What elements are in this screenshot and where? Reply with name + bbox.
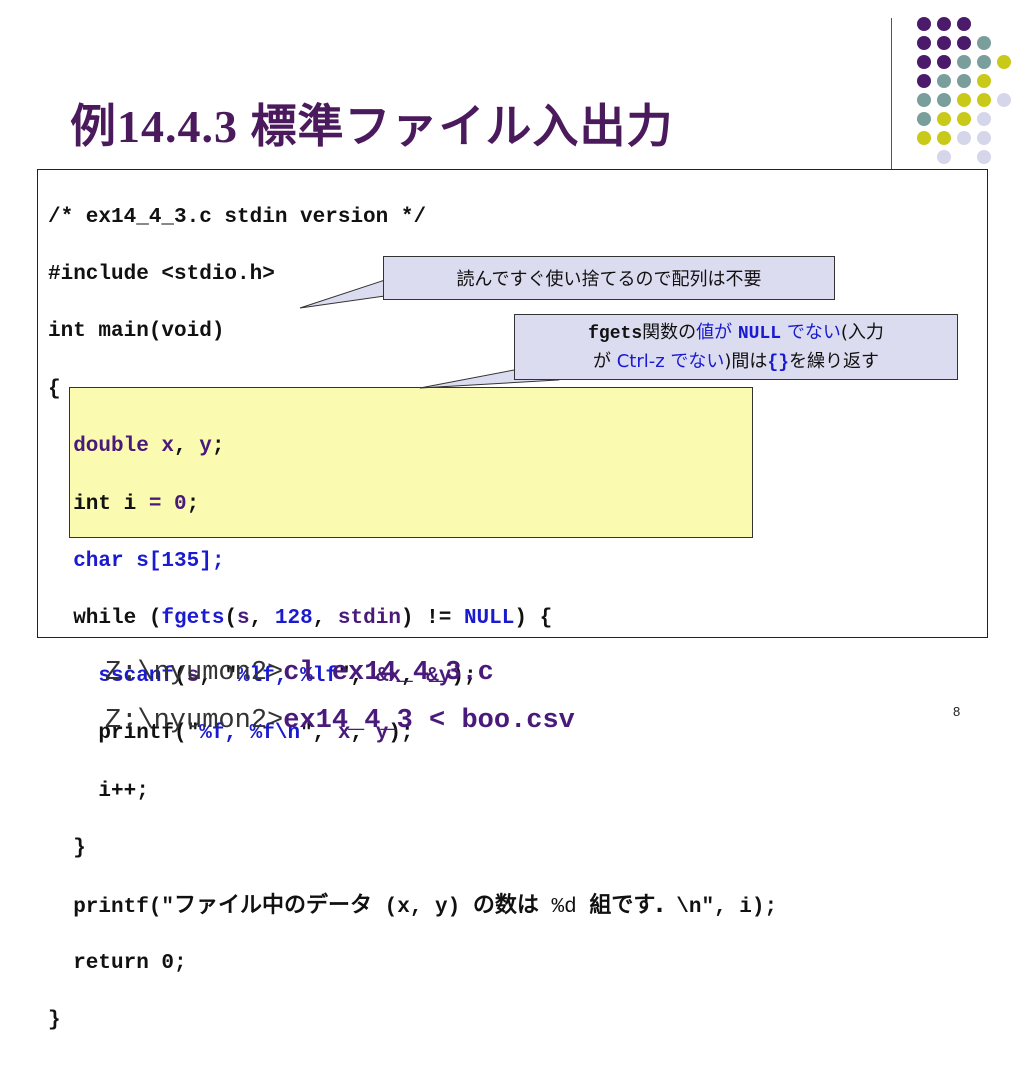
callout-token: でない [781,322,841,343]
dot [917,131,931,145]
dot [977,36,991,50]
callout-token: 関数の [642,322,697,343]
code-token: fgets [161,607,225,631]
command-text: cl ex14_4_3.c [283,658,494,688]
callout-text: 読んですぐ使い捨てるので配列は不要 [456,269,762,290]
callout-array-not-needed: 読んですぐ使い捨てるので配列は不要 [383,256,835,300]
code-token: while ( [48,607,162,631]
code-token: 128 [274,607,313,631]
command-prompt: Z:\nyumon2> [105,706,284,736]
dot [957,131,971,145]
code-token: %d [538,896,590,920]
code-token: y [199,435,212,459]
callout-token: {} [767,353,790,373]
dot [917,17,931,31]
dot [917,112,931,126]
dot [977,112,991,126]
code-token: ) { [514,607,553,631]
command-prompt: Z:\nyumon2> [105,658,284,688]
code-token: ; [186,492,200,516]
dot [917,36,931,50]
command-line-compile: Z:\nyumon2>cl ex14_4_3.c [105,658,494,688]
code-token: の数は [472,893,539,919]
code-listing: /* ex14_4_3.c stdin version */ #include … [48,175,777,1065]
code-token: ; [211,435,225,459]
slide-title: 例14.4.3 標準ファイル入出力 [70,101,674,152]
callout-line: fgets関数の値が NULL でない(入力 [515,319,957,348]
code-token: NULL [463,607,515,631]
code-token: (x, y) [372,896,473,920]
code-token: 組です. [589,893,664,919]
code-line: double x, y; [48,433,777,462]
code-line: /* ex14_4_3.c stdin version */ [48,205,427,229]
code-line: } [48,837,86,860]
dot [977,74,991,88]
callout-token: )間は [724,351,768,372]
dot [957,93,971,107]
code-token: ) != [400,607,464,631]
callout-fgets-loop: fgets関数の値が NULL でない(入力 が Ctrl-z でない)間は{}… [514,314,958,380]
code-token: \n", i); [663,896,778,920]
code-token: , [312,607,338,631]
dot [977,131,991,145]
code-token: 0 [174,492,187,516]
callout-token: Ctrl-z でない [616,351,725,372]
dot [977,93,991,107]
callout-token: fgets [588,324,643,344]
dot [917,74,931,88]
code-line: } [48,1009,61,1033]
command-text: ex14_4_3 < boo.csv [283,706,575,736]
callout-token: を繰り返す [789,351,880,372]
dot [917,55,931,69]
code-line: while (fgets(s, 128, stdin) != NULL) { [48,605,777,634]
code-line: char s[135]; [48,550,225,574]
code-token: ファイル中のデータ [174,893,373,919]
code-token: x [161,435,175,459]
code-token: = [148,492,162,516]
code-line: printf("ファイル中のデータ (x, y) の数は %d 組です. \n"… [48,892,777,921]
dot [997,55,1011,69]
code-token: s [237,607,250,631]
dot [937,150,951,164]
code-token: double [48,435,162,459]
callout-token: が [592,351,617,372]
code-token: stdin [337,607,401,631]
code-line: return 0; [48,951,187,975]
dot [957,112,971,126]
code-token: , [174,435,200,459]
dot [937,131,951,145]
callout-token: NULL [737,324,782,344]
dot [957,74,971,88]
callout-token: 値が [696,322,738,343]
dot [937,36,951,50]
code-token: int i [48,492,149,516]
dot [937,17,951,31]
dot [937,74,951,88]
code-line: { [48,377,61,401]
code-token: , [249,607,275,631]
dot [957,36,971,50]
code-line: i++; [48,779,149,803]
dot [977,55,991,69]
divider-line [891,18,892,186]
dot [937,93,951,107]
dot [957,17,971,31]
dot [937,112,951,126]
page-number: 8 [953,704,961,719]
dot [997,93,1011,107]
callout-line: が Ctrl-z でない)間は{}を繰り返す [515,348,957,377]
dot [917,93,931,107]
command-line-run: Z:\nyumon2>ex14_4_3 < boo.csv [105,706,575,736]
code-token: printf(" [48,896,175,920]
dot [977,150,991,164]
dot [937,55,951,69]
callout-token: (入力 [840,322,884,343]
code-line: int i = 0; [48,491,777,520]
code-token: ( [224,607,238,631]
dot [957,55,971,69]
